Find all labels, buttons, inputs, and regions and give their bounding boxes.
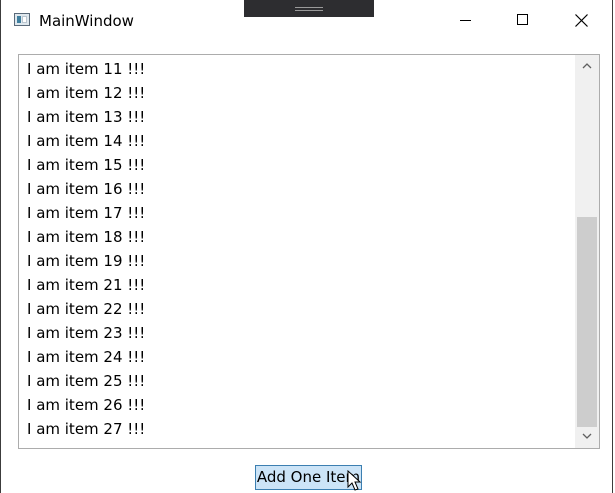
list-item[interactable]: I am item 19 !!! xyxy=(19,249,575,273)
maximize-icon xyxy=(517,14,528,25)
list-item[interactable]: I am item 22 !!! xyxy=(19,297,575,321)
chevron-up-icon xyxy=(582,63,592,69)
minimize-icon xyxy=(460,20,471,21)
main-window: MainWindow I am item 11 !!! I am item 12 … xyxy=(0,0,613,493)
chevron-down-icon xyxy=(582,433,592,439)
scroll-thumb[interactable] xyxy=(577,217,597,427)
list-item[interactable]: I am item 14 !!! xyxy=(19,129,575,153)
list-item[interactable]: I am item 18 !!! xyxy=(19,225,575,249)
title-bar[interactable]: MainWindow xyxy=(1,0,612,42)
drag-handle[interactable] xyxy=(244,0,374,17)
scroll-down-button[interactable] xyxy=(575,428,599,446)
maximize-button[interactable] xyxy=(494,0,552,42)
list-item[interactable]: I am item 13 !!! xyxy=(19,105,575,129)
scroll-up-button[interactable] xyxy=(575,57,599,75)
list-item[interactable]: I am item 24 !!! xyxy=(19,345,575,369)
list-item[interactable]: I am item 23 !!! xyxy=(19,321,575,345)
list-item[interactable]: I am item 25 !!! xyxy=(19,369,575,393)
list-item[interactable]: I am item 16 !!! xyxy=(19,177,575,201)
list-item[interactable]: I am item 17 !!! xyxy=(19,201,575,225)
list-item[interactable]: I am item 15 !!! xyxy=(19,153,575,177)
list-item[interactable]: I am item 11 !!! xyxy=(19,57,575,81)
list-item[interactable]: I am item 27 !!! xyxy=(19,417,575,441)
mouse-pointer-icon xyxy=(347,470,362,491)
list-item[interactable]: I am item 26 !!! xyxy=(19,393,575,417)
list-items: I am item 11 !!! I am item 12 !!! I am ite… xyxy=(19,57,575,441)
window-title: MainWindow xyxy=(39,12,134,30)
list-item[interactable]: I am item 12 !!! xyxy=(19,81,575,105)
items-listbox[interactable]: I am item 11 !!! I am item 12 !!! I am ite… xyxy=(18,54,600,449)
close-button[interactable] xyxy=(552,0,610,42)
app-window-icon xyxy=(14,13,30,26)
list-item[interactable]: I am item 21 !!! xyxy=(19,273,575,297)
minimize-button[interactable] xyxy=(436,0,494,42)
close-icon xyxy=(575,14,588,27)
vertical-scrollbar[interactable] xyxy=(575,55,599,448)
add-one-item-button[interactable]: Add One Item xyxy=(255,465,362,490)
